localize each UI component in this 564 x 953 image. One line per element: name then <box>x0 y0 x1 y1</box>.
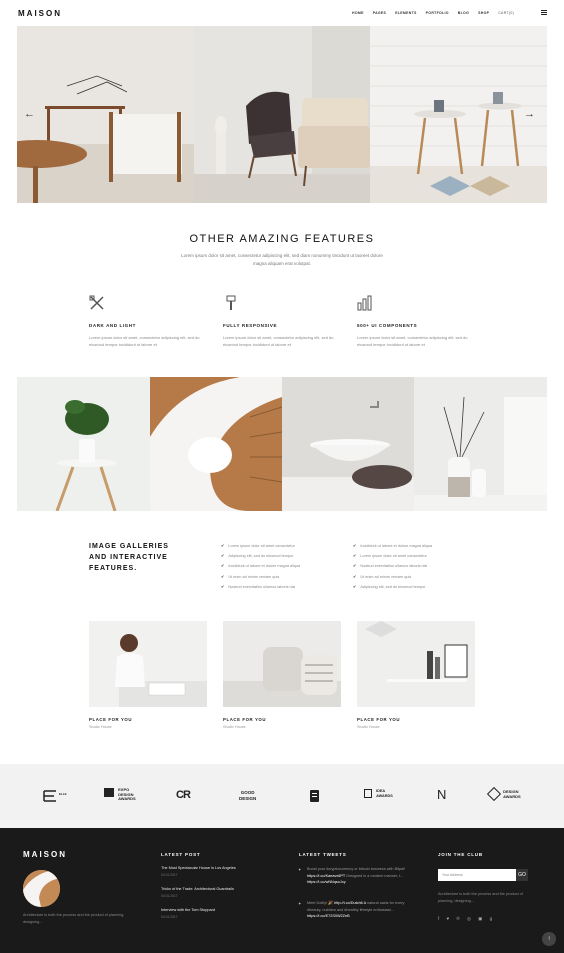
idea-awards-logo: IDEA AWARDS <box>364 789 393 798</box>
check-item: Incididunt ut labore et dolore magna ali… <box>221 561 346 571</box>
tweet-item: ✦ Meet Dotify! 🎉 http://t.co/Dutch6 A na… <box>298 901 405 919</box>
place-image-woman[interactable] <box>89 621 207 707</box>
expo-design-awards-logo: EXPO DESIGN AWARDS <box>104 787 136 802</box>
feature-text: Lorem ipsum dolor sit amet, consectetur … <box>223 335 334 347</box>
check-item: Lorem ipsum dolor sit amet consectetur <box>353 551 478 561</box>
place-title: PLACE FOR YOU <box>223 717 267 722</box>
join-club-text: Architecture is both the process and the… <box>438 892 523 903</box>
tools-icon <box>89 295 209 313</box>
feature-dark-light: DARK AND LIGHT Lorem ipsum dolor sit ame… <box>89 295 209 348</box>
gallery-image-sink[interactable] <box>282 377 414 511</box>
footer-logo[interactable]: MAISON <box>23 850 67 859</box>
tweet-item: ✦ Boost your #cryptocurrency or bitcoin … <box>298 867 406 885</box>
main-nav: HOME PAGES ELEMENTS PORTFOLIO BLOG SHOP … <box>352 11 523 15</box>
check-item: Ut enim ad minim veniam quis <box>221 572 346 582</box>
latest-post-heading: LATEST POST <box>161 852 201 857</box>
check-item: Nostrud exercitation ullamco laboris nis… <box>353 561 478 571</box>
brush-icon <box>223 295 343 313</box>
tweet-link[interactable]: https://t.co/wNNqsoJcy <box>307 880 346 884</box>
image-gallery <box>17 377 547 511</box>
latest-tweets-heading: LATEST TWEETS <box>299 852 347 857</box>
hero-image-lounge <box>194 26 370 203</box>
place-subtitle: Studio House <box>89 725 112 729</box>
latest-post-item[interactable]: Tricks of the Trade: Architectural Guard… <box>161 887 234 898</box>
menu-icon[interactable] <box>541 10 547 15</box>
check-item: Ut enim ad minim veniam quis <box>353 572 478 582</box>
svg-text:ELLE: ELLE <box>59 792 67 796</box>
hero-image-tables <box>370 26 547 203</box>
awards-logos-strip: ELLE EXPO DESIGN AWARDS CR GOOD DESIGN I… <box>0 764 564 828</box>
gallery-image-staircase[interactable] <box>150 377 282 511</box>
nav-item-blog[interactable]: BLOG <box>458 11 469 15</box>
feature-components: 500+ UI COMPONENTS Lorem ipsum dolor sit… <box>357 295 477 348</box>
back-to-top-button[interactable]: ↑ <box>542 932 556 946</box>
features-title: OTHER AMAZING FEATURES <box>189 233 375 245</box>
join-club-heading: JOIN THE CLUB <box>438 852 483 857</box>
feature-title: 500+ UI COMPONENTS <box>357 323 418 328</box>
subscribe-button[interactable]: GO <box>516 869 528 881</box>
social-icons[interactable]: f ♥ ℗ ◎ ▣ g <box>438 916 495 922</box>
design-awards-logo: DESIGN AWARDS <box>486 786 521 802</box>
nav-item-portfolio[interactable]: PORTFOLIO <box>426 11 449 15</box>
place-card[interactable]: PLACE FOR YOU Studio House <box>223 621 341 729</box>
email-input[interactable]: Your Address <box>438 869 516 881</box>
hero-prev-arrow[interactable]: ← <box>24 108 35 120</box>
check-item: Lorem ipsum dolor sit amet consectetur <box>221 541 346 551</box>
nav-item-elements[interactable]: ELEMENTS <box>395 11 416 15</box>
feature-title: FULLY RESPONSIVE <box>223 323 278 328</box>
site-footer: MAISON Architecture is both the process … <box>0 828 564 953</box>
place-image-shelf[interactable] <box>357 621 475 707</box>
site-header: MAISON HOME PAGES ELEMENTS PORTFOLIO BLO… <box>0 0 564 26</box>
ef-logo-icon: ELLE <box>42 789 70 808</box>
place-title: PLACE FOR YOU <box>89 717 133 722</box>
place-image-pillows[interactable] <box>223 621 341 707</box>
latest-post-item[interactable]: The Most Spectacular House in Los Angele… <box>161 866 236 877</box>
check-item: Adipiscing elit, sed do eiusmod tempor <box>221 551 346 561</box>
check-item: Adipiscing elit, sed do eiusmod tempor <box>353 582 478 592</box>
features-subtitle: Lorem ipsum dolor sit amet, consectetur … <box>181 253 383 266</box>
twitter-icon: ✦ <box>298 867 302 872</box>
site-logo[interactable]: MAISON <box>18 9 62 18</box>
cr-logo: CR <box>176 789 191 801</box>
award-badge-icon <box>309 789 320 808</box>
nav-item-pages[interactable]: PAGES <box>373 11 387 15</box>
check-item: Nostrud exercitation ullamco laboris nis… <box>221 582 346 592</box>
gallery-image-plant[interactable] <box>17 377 150 511</box>
image-galleries-title: IMAGE GALLERIES AND INTERACTIVE FEATURES… <box>89 543 169 572</box>
hero-slider <box>17 26 547 203</box>
footer-avatar-image <box>23 870 60 907</box>
feature-text: Lorem ipsum dolor sit amet, consectetur … <box>357 335 468 347</box>
place-subtitle: Studio House <box>357 725 380 729</box>
place-card[interactable]: PLACE FOR YOU Studio House <box>89 621 207 729</box>
tweet-link[interactable]: https://t.co/E72S0W2ZnB <box>307 914 350 918</box>
check-list-1: Lorem ipsum dolor sit amet consectetur A… <box>221 541 346 592</box>
n-logo: N <box>437 787 447 802</box>
hero-image-dining <box>17 26 194 203</box>
gallery-image-vases[interactable] <box>414 377 547 511</box>
tweet-link[interactable]: https://t.co/Kaeavx6PT <box>307 874 345 878</box>
place-card[interactable]: PLACE FOR YOU Studio House <box>357 621 475 729</box>
nav-item-shop[interactable]: SHOP <box>478 11 489 15</box>
place-subtitle: Studio House <box>223 725 246 729</box>
hero-next-arrow[interactable]: → <box>524 108 535 120</box>
footer-about-text: Architecture is both the process and the… <box>23 913 125 924</box>
tweet-link[interactable]: http://t.co/Dutch6 A <box>334 901 366 905</box>
cart-link[interactable]: CART(0) <box>498 11 514 15</box>
good-design-logo: GOOD DESIGN <box>239 790 257 801</box>
latest-post-item[interactable]: Interview with the Tom Stoppard 04.01.20… <box>161 908 215 919</box>
feature-text: Lorem ipsum dolor sit amet, consectetur … <box>89 335 200 347</box>
feature-responsive: FULLY RESPONSIVE Lorem ipsum dolor sit a… <box>223 295 343 348</box>
check-list-2: Incididunt ut labore et dolore magna ali… <box>353 541 478 592</box>
feature-title: DARK AND LIGHT <box>89 323 136 328</box>
bar-chart-icon <box>357 295 477 313</box>
twitter-icon: ✦ <box>298 901 302 906</box>
place-title: PLACE FOR YOU <box>357 717 401 722</box>
check-item: Incididunt ut labore et dolore magna ali… <box>353 541 478 551</box>
nav-item-home[interactable]: HOME <box>352 11 364 15</box>
